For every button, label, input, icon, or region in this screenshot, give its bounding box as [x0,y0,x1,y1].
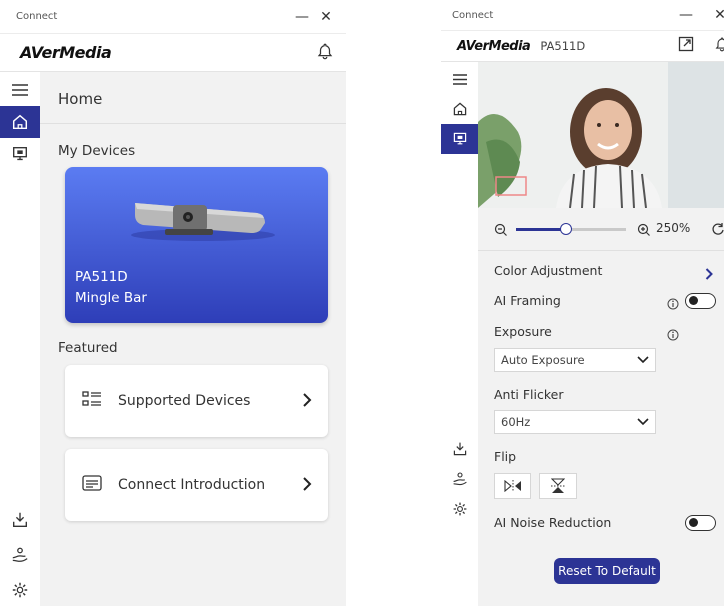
flip-horizontal-button[interactable] [494,473,531,499]
ai-framing-label: AI Framing [494,293,561,308]
chevron-right-icon[interactable] [705,265,713,284]
zoom-in-icon[interactable] [637,222,651,241]
zoom-value: 250% [656,221,691,235]
device-model: PA511D [75,269,128,285]
exposure-label: Exposure [494,324,552,339]
device-settings-panel: 250% Color Adjustment AI Framing Exposur… [478,208,724,606]
mingle-bar-device-image [131,203,275,241]
app-header: AVerMedia PA511D [441,31,724,62]
help-hand-icon[interactable] [0,539,40,571]
connect-introduction-label: Connect Introduction [118,477,266,493]
download-icon[interactable] [0,504,40,536]
close-button[interactable]: ✕ [708,7,724,23]
brand-logo: AVerMedia [457,38,531,54]
flip-vertical-icon [551,478,565,493]
settings-gear-icon[interactable] [441,494,478,524]
supported-devices-card[interactable]: Supported Devices [65,365,328,437]
exposure-value: Auto Exposure [501,353,585,367]
window-title: Connect [16,11,58,22]
app-header: AVerMedia [0,34,346,72]
divider [478,250,724,251]
chevron-right-icon [302,392,312,411]
nav-rail [441,62,478,606]
window-title: Connect [452,9,494,21]
devices-icon[interactable] [0,138,40,170]
menu-icon[interactable] [0,74,40,106]
home-content: Home My Devices PA511D Mingle Bar Featur… [40,72,346,606]
camera-preview[interactable] [478,62,724,208]
nav-rail [0,72,40,606]
section-my-devices: My Devices [58,143,136,159]
minimize-button[interactable]: — [674,7,698,23]
color-adjustment-label[interactable]: Color Adjustment [494,263,602,278]
camera-preview-image [478,62,724,208]
connect-introduction-card[interactable]: Connect Introduction [65,449,328,521]
chevron-down-icon [637,415,649,429]
device-model-label: PA511D [540,39,586,53]
flip-vertical-button[interactable] [539,473,577,499]
home-icon[interactable] [0,106,40,138]
ai-noise-reduction-label: AI Noise Reduction [494,515,612,530]
menu-icon[interactable] [441,64,478,94]
zoom-slider-handle[interactable] [559,223,572,235]
close-button[interactable]: ✕ [314,9,338,25]
intro-card-icon [82,474,102,496]
anti-flicker-label: Anti Flicker [494,387,564,402]
info-icon[interactable] [667,295,679,314]
title-bar: Connect — ✕ [441,0,724,31]
reset-to-default-button[interactable]: Reset To Default [554,558,660,584]
help-hand-icon[interactable] [441,464,478,494]
right-window: Connect — ✕ AVerMedia PA511D 250% Color … [441,0,724,606]
flip-label: Flip [494,449,517,464]
zoom-out-icon[interactable] [494,222,508,241]
zoom-slider-fill [516,228,566,231]
brand-logo: AVerMedia [20,43,112,62]
device-card[interactable]: PA511D Mingle Bar [65,167,328,323]
ai-framing-toggle[interactable] [685,293,716,309]
settings-gear-icon[interactable] [0,574,40,606]
anti-flicker-dropdown[interactable]: 60Hz [494,410,656,434]
external-link-icon[interactable] [678,36,694,56]
device-list-icon [82,390,102,412]
notification-bell-icon[interactable] [714,36,724,56]
supported-devices-label: Supported Devices [118,393,251,409]
reset-to-default-label: Reset To Default [558,564,656,578]
left-window: Connect — ✕ AVerMedia Home My Devices PA… [0,0,346,606]
title-bar: Connect — ✕ [0,0,346,34]
zoom-slider[interactable] [516,223,626,235]
devices-icon[interactable] [441,124,478,154]
device-name: Mingle Bar [75,290,147,306]
home-icon[interactable] [441,94,478,124]
notification-bell-icon[interactable] [316,42,334,64]
chevron-down-icon [637,353,649,367]
download-icon[interactable] [441,434,478,464]
ai-noise-reduction-toggle[interactable] [685,515,716,531]
page-title: Home [40,72,346,124]
reset-zoom-icon[interactable] [711,221,724,240]
anti-flicker-value: 60Hz [501,415,531,429]
chevron-right-icon [302,476,312,495]
exposure-dropdown[interactable]: Auto Exposure [494,348,656,372]
minimize-button[interactable]: — [290,9,314,25]
section-featured: Featured [58,340,118,356]
info-icon[interactable] [667,326,679,345]
flip-horizontal-icon [503,480,521,492]
